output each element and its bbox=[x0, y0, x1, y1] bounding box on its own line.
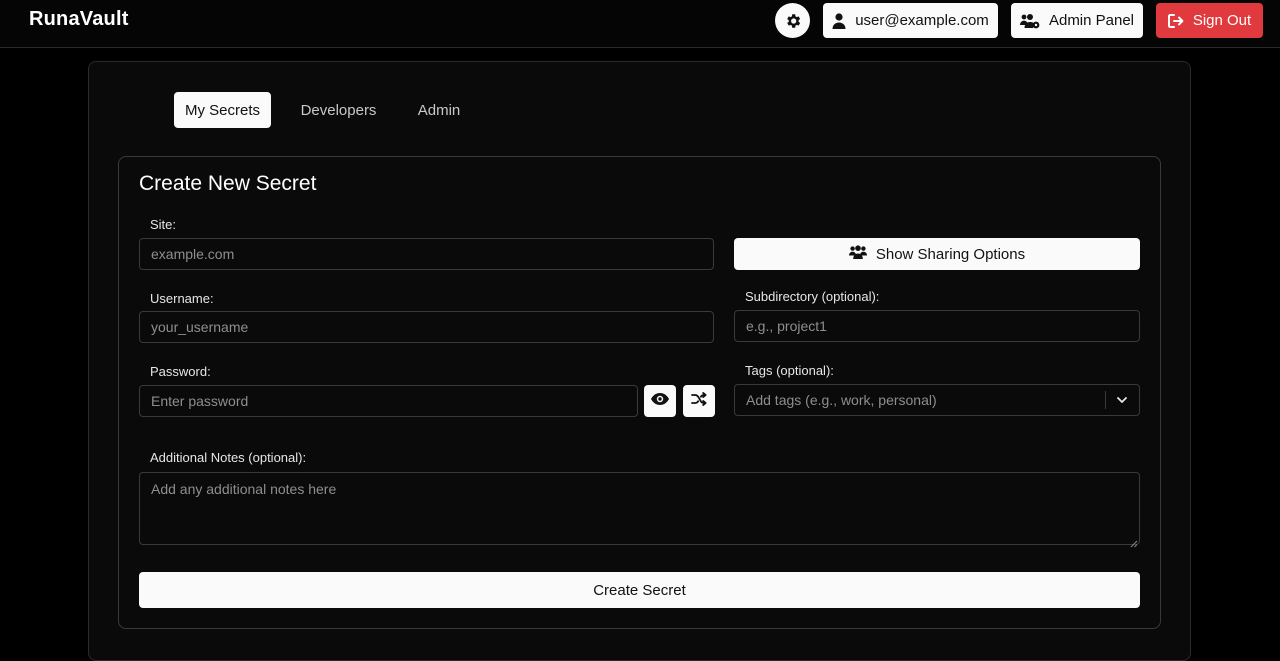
form-title: Create New Secret bbox=[139, 172, 317, 195]
show-sharing-options-label: Show Sharing Options bbox=[875, 245, 1026, 263]
tags-separator bbox=[1105, 391, 1106, 409]
tab-developers[interactable]: Developers bbox=[290, 92, 387, 128]
tags-select[interactable]: Add tags (e.g., work, personal) bbox=[734, 384, 1140, 416]
username-input[interactable] bbox=[151, 319, 713, 335]
gear-icon bbox=[784, 12, 802, 30]
sign-out-button[interactable]: Sign Out bbox=[1156, 3, 1263, 38]
app-brand[interactable]: RunaVault bbox=[29, 8, 129, 31]
tags-label: Tags (optional): bbox=[745, 363, 834, 378]
password-field-wrapper bbox=[139, 385, 638, 417]
tab-admin[interactable]: Admin bbox=[400, 92, 478, 128]
password-input[interactable] bbox=[151, 393, 637, 409]
users-icon bbox=[848, 245, 867, 263]
top-bar: RunaVault user@example.com Admin Panel S… bbox=[0, 0, 1280, 48]
notes-placeholder: Add any additional notes here bbox=[151, 481, 337, 497]
theme-toggle-button[interactable] bbox=[775, 3, 810, 38]
sign-out-label: Sign Out bbox=[1192, 12, 1252, 29]
site-label: Site: bbox=[150, 217, 177, 232]
resize-handle-icon[interactable] bbox=[1130, 535, 1138, 548]
users-gear-icon bbox=[1019, 13, 1040, 29]
user-email-label: user@example.com bbox=[855, 12, 989, 29]
subdirectory-field-wrapper bbox=[734, 310, 1140, 342]
site-field-wrapper bbox=[139, 238, 714, 270]
notes-label: Additional Notes (optional): bbox=[150, 450, 307, 465]
sign-out-icon bbox=[1167, 13, 1184, 28]
subdirectory-label: Subdirectory (optional): bbox=[745, 289, 880, 304]
create-secret-button[interactable]: Create Secret bbox=[139, 572, 1140, 608]
tags-placeholder: Add tags (e.g., work, personal) bbox=[746, 392, 937, 408]
shuffle-icon bbox=[691, 391, 707, 411]
show-sharing-options-button[interactable]: Show Sharing Options bbox=[734, 238, 1140, 270]
toggle-password-visibility-button[interactable] bbox=[644, 385, 676, 417]
notes-textarea[interactable]: Add any additional notes here bbox=[139, 472, 1140, 545]
generate-password-button[interactable] bbox=[683, 385, 715, 417]
eye-icon bbox=[651, 392, 669, 410]
subdirectory-input[interactable] bbox=[746, 318, 1139, 334]
admin-panel-button[interactable]: Admin Panel bbox=[1011, 3, 1143, 38]
site-input[interactable] bbox=[151, 246, 713, 262]
chevron-down-icon[interactable] bbox=[1114, 394, 1130, 406]
tab-my-secrets[interactable]: My Secrets bbox=[174, 92, 271, 128]
user-account-button[interactable]: user@example.com bbox=[823, 3, 998, 38]
admin-panel-label: Admin Panel bbox=[1048, 12, 1135, 29]
password-label: Password: bbox=[150, 364, 211, 379]
username-field-wrapper bbox=[139, 311, 714, 343]
user-icon bbox=[832, 12, 846, 29]
username-label: Username: bbox=[150, 291, 214, 306]
